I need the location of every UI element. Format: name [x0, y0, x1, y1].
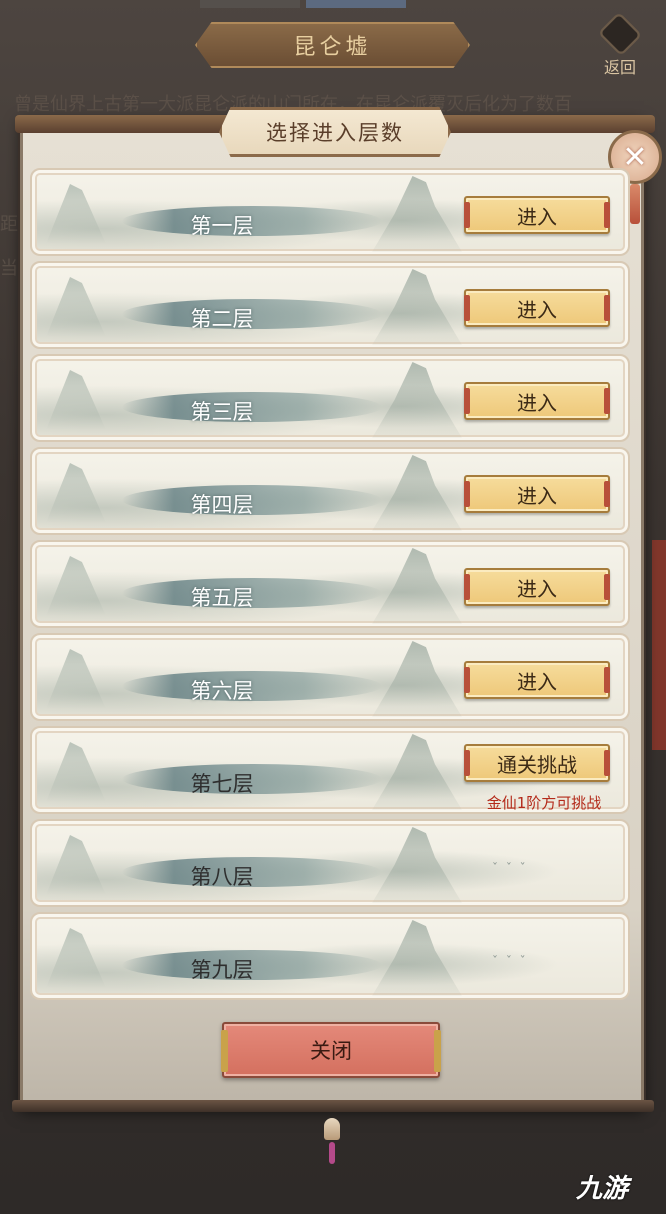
- enter-button[interactable]: 进入: [464, 475, 610, 513]
- layer-row-2: 第二层 进入: [30, 261, 630, 349]
- bell-tassel: [329, 1142, 335, 1164]
- mountain-decoration: [46, 742, 106, 802]
- dialog-title-plate: 选择进入层数: [219, 107, 451, 157]
- bell-icon: [324, 1118, 340, 1140]
- birds-decoration: ˇ ˇ ˇ: [492, 954, 528, 968]
- mountain-decoration: [46, 277, 106, 337]
- birds-decoration: ˇ ˇ ˇ: [492, 861, 528, 875]
- challenge-button[interactable]: 通关挑战: [464, 744, 610, 782]
- scene-side-text-a: 距: [0, 214, 18, 235]
- mountain-decoration: [46, 649, 106, 709]
- enter-button[interactable]: 进入: [464, 289, 610, 327]
- enter-button[interactable]: 进入: [464, 196, 610, 234]
- layer-name: 第一层: [190, 214, 254, 238]
- challenge-requirement: 金仙1阶方可挑战: [486, 794, 602, 812]
- enter-button[interactable]: 进入: [464, 568, 610, 606]
- tassel-decoration: [630, 184, 640, 224]
- mountain-decoration: [46, 556, 106, 616]
- mountain-decoration: [372, 734, 462, 810]
- mountain-decoration: [372, 548, 462, 624]
- scene-side-text-b: 当: [0, 258, 18, 279]
- mountain-decoration: [372, 920, 462, 996]
- top-tab-a: [200, 0, 300, 8]
- layer-name: 第九层: [190, 958, 254, 982]
- watermark-text: 九游: [576, 1173, 629, 1204]
- layer-name: 第六层: [190, 679, 254, 703]
- layer-row-8: 第八层 ˇ ˇ ˇ: [30, 819, 630, 907]
- mountain-decoration: [46, 463, 106, 523]
- layer-name: 第八层: [190, 865, 254, 889]
- back-icon: [597, 11, 643, 57]
- close-button[interactable]: 关闭: [221, 1022, 441, 1078]
- layer-name: 第三层: [190, 400, 254, 424]
- layer-name: 第四层: [190, 493, 254, 517]
- mountain-decoration: [46, 370, 106, 430]
- layer-row-7: 第七层 通关挑战 金仙1阶方可挑战: [30, 726, 630, 814]
- top-tab-b: [306, 0, 406, 8]
- back-button[interactable]: 返回: [592, 11, 648, 77]
- layer-row-3: 第三层 进入: [30, 354, 630, 442]
- scene-right-edge: [652, 540, 666, 750]
- back-label: 返回: [603, 58, 636, 77]
- enter-button[interactable]: 进入: [464, 661, 610, 699]
- layer-name: 第五层: [190, 586, 254, 610]
- scene-title-plate: 昆仑墟: [195, 22, 470, 68]
- layer-name: 第七层: [190, 772, 254, 796]
- mountain-decoration: [46, 928, 106, 988]
- layer-row-6: 第六层 进入: [30, 633, 630, 721]
- layer-row-4: 第四层 进入: [30, 447, 630, 535]
- dialog-title: 选择进入层数: [266, 121, 404, 145]
- mountain-decoration: [372, 455, 462, 531]
- mountain-decoration: [372, 641, 462, 717]
- mountain-decoration: [46, 835, 106, 895]
- bell-ornament: [318, 1110, 346, 1170]
- mountain-decoration: [372, 362, 462, 438]
- mountain-decoration: [46, 184, 106, 244]
- mountain-decoration: [372, 827, 462, 903]
- enter-button[interactable]: 进入: [464, 382, 610, 420]
- mountain-decoration: [372, 176, 462, 252]
- layer-name: 第二层: [190, 307, 254, 331]
- layer-row-1: 第一层 进入: [30, 168, 630, 256]
- layer-row-9: 第九层 ˇ ˇ ˇ: [30, 912, 630, 1000]
- layer-row-5: 第五层 进入: [30, 540, 630, 628]
- watermark-logo: 九游: [576, 1164, 666, 1208]
- scene-title: 昆仑墟: [293, 35, 372, 60]
- mountain-decoration: [372, 269, 462, 345]
